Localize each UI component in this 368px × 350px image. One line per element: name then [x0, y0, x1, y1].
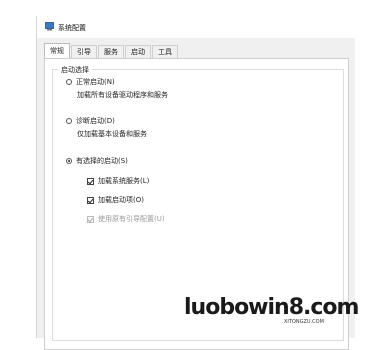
load-services-option[interactable]: 加载系统服务(L): [87, 176, 149, 186]
site-watermark: luobowin8.com XITONGZU.COM: [184, 293, 368, 329]
diagnostic-startup-desc: 仅加载基本设备和服务: [77, 130, 147, 138]
selective-startup-label: 有选择的启动(S): [76, 157, 128, 165]
watermark-subtext: XITONGZU.COM: [284, 319, 324, 325]
selective-startup-radio[interactable]: [66, 158, 72, 164]
tab-bar: 常规 引导 服务 启动 工具: [44, 43, 179, 59]
use-boot-config-label: 使用原有引导配置(U): [98, 215, 165, 223]
watermark-text: luobowin8.com: [184, 295, 359, 320]
load-startup-option[interactable]: 加载启动项(O): [87, 195, 144, 205]
use-boot-config-option: 使用原有引导配置(U): [87, 214, 165, 224]
tab-boot[interactable]: 引导: [71, 45, 97, 59]
normal-startup-desc: 加载所有设备驱动程序和服务: [77, 91, 168, 99]
diagnostic-startup-option[interactable]: 诊断启动(D): [66, 116, 115, 126]
title-bar: 系统配置: [37, 16, 355, 38]
tab-services[interactable]: 服务: [98, 45, 124, 59]
window-title: 系统配置: [58, 24, 86, 32]
load-startup-checkbox[interactable]: [87, 196, 94, 204]
tab-general[interactable]: 常规: [44, 43, 70, 59]
load-startup-label: 加载启动项(O): [98, 196, 144, 204]
load-services-checkbox[interactable]: [87, 177, 94, 185]
background-top: [0, 0, 368, 6]
normal-startup-label: 正常启动(N): [76, 78, 115, 86]
group-title: 启动选择: [58, 65, 92, 75]
diagnostic-startup-radio[interactable]: [66, 118, 72, 124]
tab-startup[interactable]: 启动: [125, 45, 151, 59]
diagnostic-startup-label: 诊断启动(D): [76, 117, 115, 125]
use-boot-config-checkbox: [87, 215, 94, 223]
system-config-icon: [45, 22, 54, 31]
tab-tools[interactable]: 工具: [152, 45, 178, 59]
normal-startup-radio[interactable]: [66, 79, 72, 85]
load-services-label: 加载系统服务(L): [98, 177, 150, 185]
system-config-window: 系统配置 常规 引导 服务 启动 工具 启动选择 正常启动(N) 加载所有设备驱…: [36, 16, 355, 350]
selective-startup-option[interactable]: 有选择的启动(S): [66, 156, 128, 166]
normal-startup-option[interactable]: 正常启动(N): [66, 77, 115, 87]
